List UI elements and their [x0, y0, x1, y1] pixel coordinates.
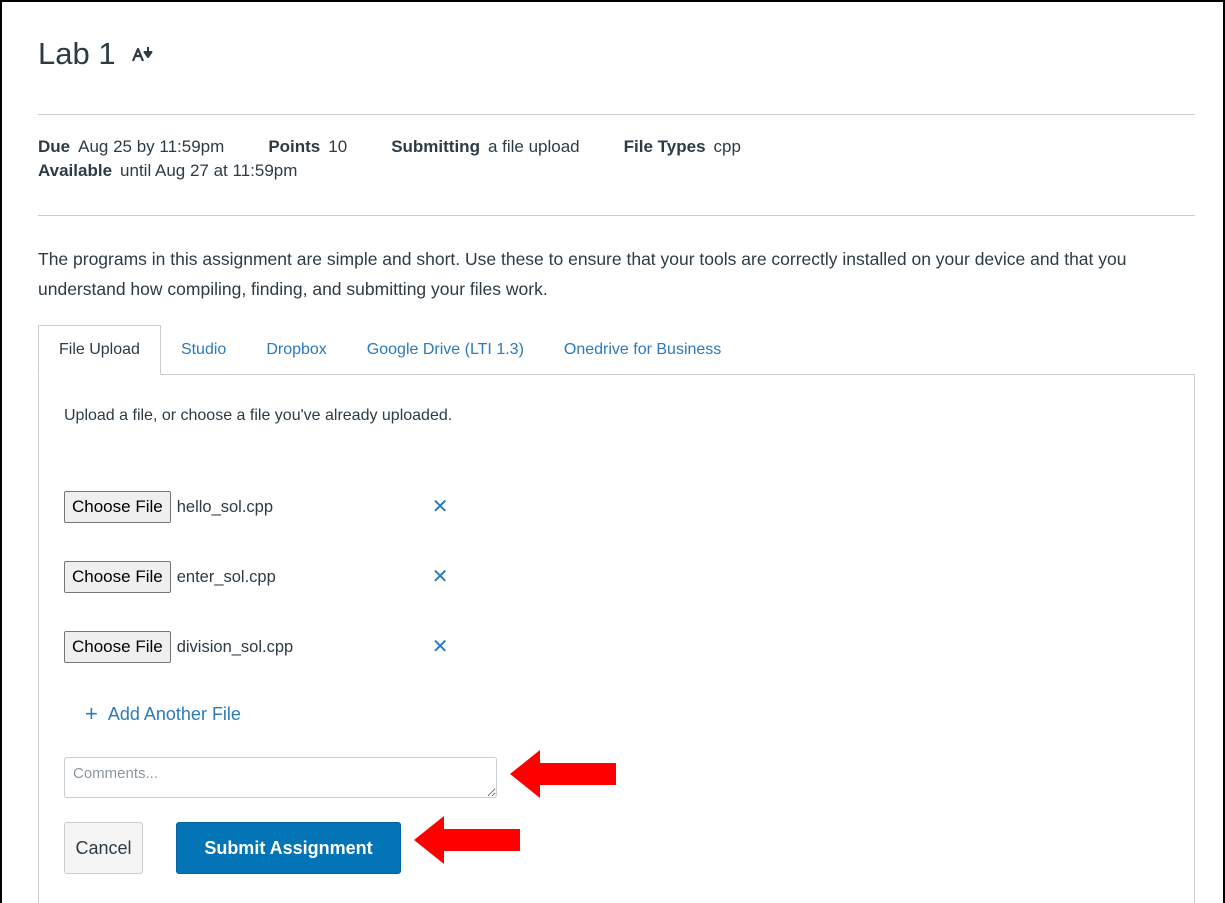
points-value: 10 [328, 137, 348, 156]
assignment-details: Due Aug 25 by 11:59pm Points 10 Submitti… [38, 137, 741, 185]
file-row: Choose File division_sol.cpp ✕ [64, 631, 448, 663]
due-value: Aug 25 by 11:59pm [78, 137, 225, 156]
remove-file-icon[interactable]: ✕ [432, 497, 449, 517]
tab-studio[interactable]: Studio [161, 325, 246, 375]
plus-icon: + [85, 701, 98, 726]
file-upload-panel: Upload a file, or choose a file you've a… [38, 374, 1195, 903]
tab-google-drive[interactable]: Google Drive (LTI 1.3) [347, 325, 544, 375]
choose-file-button[interactable]: Choose File [64, 631, 171, 663]
file-name: division_sol.cpp [176, 637, 294, 656]
available-label: Available [38, 161, 113, 180]
publish-icon[interactable] [131, 46, 154, 62]
title-row: Lab 1 [38, 36, 154, 72]
assignment-description: The programs in this assignment are simp… [38, 249, 1127, 299]
comments-field[interactable] [64, 757, 497, 798]
cancel-button[interactable]: Cancel [64, 822, 143, 874]
file-types-label: File Types [623, 137, 706, 156]
remove-file-icon[interactable]: ✕ [432, 637, 449, 657]
file-name: hello_sol.cpp [176, 497, 274, 516]
submitting-value: a file upload [487, 137, 580, 156]
divider [38, 114, 1195, 115]
upload-hint: Upload a file, or choose a file you've a… [64, 407, 453, 424]
submit-assignment-button[interactable]: Submit Assignment [176, 822, 401, 874]
details-row-1: Due Aug 25 by 11:59pm Points 10 Submitti… [38, 137, 741, 161]
file-name: enter_sol.cpp [176, 567, 276, 586]
file-types-value: cpp [713, 137, 741, 156]
file-row: Choose File hello_sol.cpp ✕ [64, 491, 448, 523]
points-label: Points [268, 137, 321, 156]
choose-file-button[interactable]: Choose File [64, 491, 171, 523]
tab-file-upload[interactable]: File Upload [38, 325, 161, 375]
available-value: until Aug 27 at 11:59pm [120, 161, 298, 180]
due-label: Due [38, 137, 71, 156]
page-title: Lab 1 [38, 36, 116, 71]
tab-onedrive[interactable]: Onedrive for Business [544, 325, 741, 375]
choose-file-button[interactable]: Choose File [64, 561, 171, 593]
file-row: Choose File enter_sol.cpp ✕ [64, 561, 448, 593]
submission-tabs: File Upload Studio Dropbox Google Drive … [38, 325, 741, 375]
remove-file-icon[interactable]: ✕ [432, 567, 449, 587]
divider [38, 215, 1195, 216]
add-file-label: Add Another File [107, 703, 241, 724]
details-row-2: Available until Aug 27 at 11:59pm [38, 161, 741, 185]
tab-dropbox[interactable]: Dropbox [246, 325, 346, 375]
add-another-file-link[interactable]: + Add Another File [85, 703, 241, 725]
submitting-label: Submitting [391, 137, 480, 156]
